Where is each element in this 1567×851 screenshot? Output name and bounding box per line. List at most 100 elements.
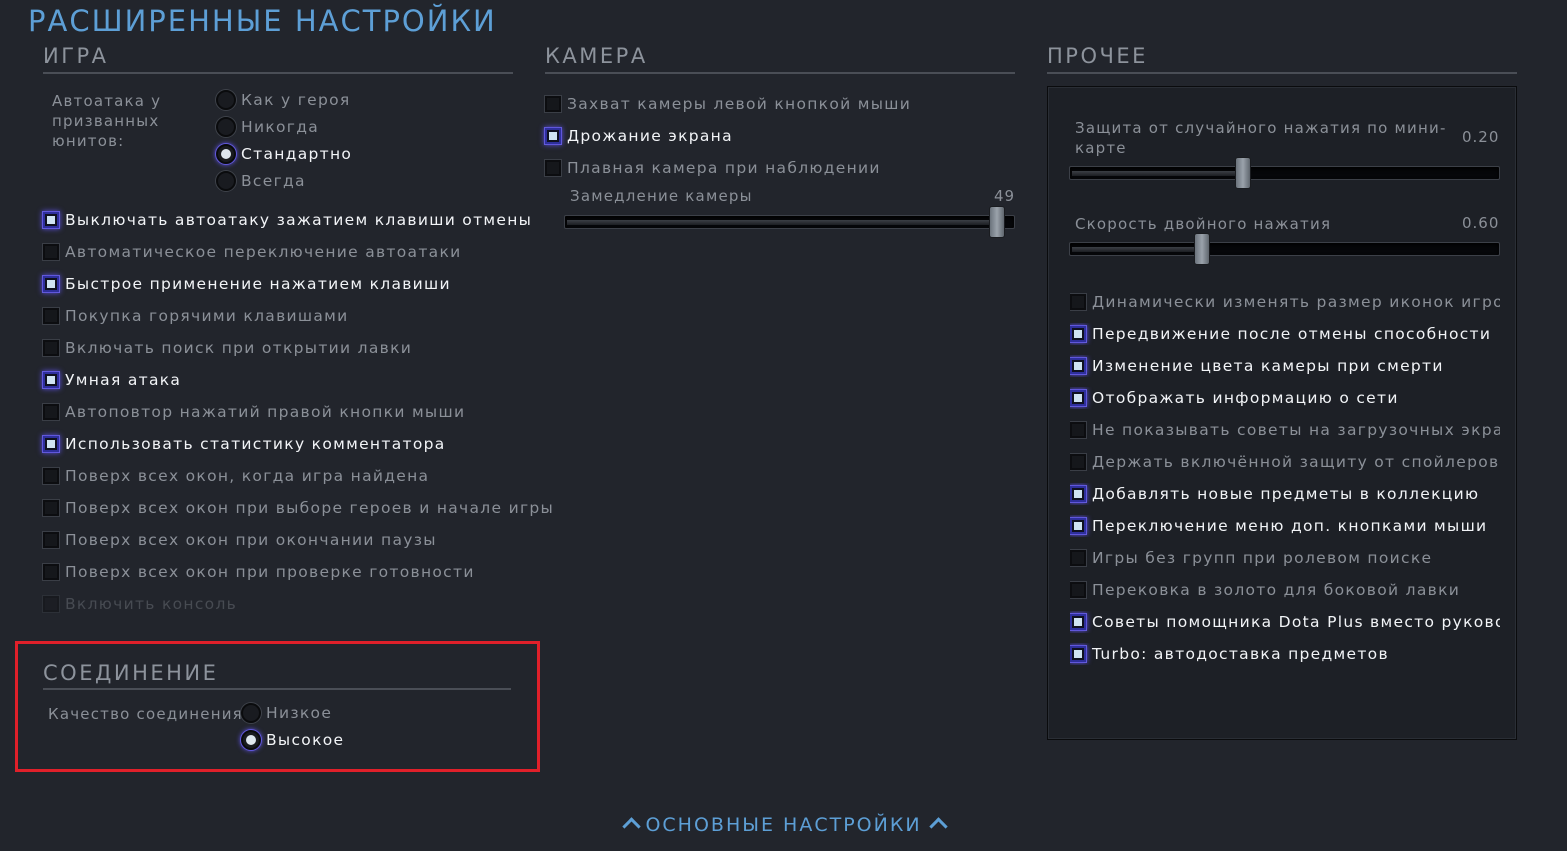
other-setting-checkbox[interactable]: Держать включённой защиту от спойлеров [1070,451,1500,473]
connection-quality-option[interactable]: Высокое [241,729,344,751]
checkbox[interactable] [43,244,59,260]
game-setting-checkbox[interactable]: Включать поиск при открытии лавки [43,337,412,359]
chevron-up-icon [930,815,944,829]
checkbox-label: Умная атака [65,371,182,389]
checkbox-label: Изменение цвета камеры при смерти [1092,357,1444,375]
game-setting-checkbox[interactable]: Поверх всех окон при выборе героев и нач… [43,497,554,519]
other-setting-checkbox[interactable]: Turbo: автодоставка предметов [1070,643,1500,665]
radio-button[interactable] [241,730,261,750]
radio-button[interactable] [216,90,236,110]
checkbox[interactable] [43,436,59,452]
section-divider [43,688,511,690]
other-setting-checkbox[interactable]: Изменение цвета камеры при смерти [1070,355,1500,377]
checkbox[interactable] [1070,486,1086,502]
game-setting-checkbox[interactable]: Поверх всех окон при проверке готовности [43,561,475,583]
checkbox[interactable] [545,160,561,176]
checkbox[interactable] [1070,326,1086,342]
checkbox[interactable] [43,468,59,484]
checkbox[interactable] [43,532,59,548]
radio-label: Высокое [266,731,345,749]
double-tap-slider[interactable] [1069,233,1500,265]
camera-setting-checkbox[interactable]: Захват камеры левой кнопкой мыши [545,93,911,115]
game-setting-checkbox[interactable]: Поверх всех окон при окончании паузы [43,529,437,551]
other-setting-checkbox[interactable]: Добавлять новые предметы в коллекцию [1070,483,1500,505]
camera-slowdown-label: Замедление камеры [570,187,753,205]
minimap-protect-value: 0.20 [1462,128,1500,146]
game-setting-checkbox[interactable]: Поверх всех окон, когда игра найдена [43,465,429,487]
slider-fill [1072,171,1241,176]
game-setting-checkbox[interactable]: Автоповтор нажатий правой кнопки мыши [43,401,465,423]
radio-label: Никогда [241,118,320,136]
checkbox[interactable] [1070,422,1086,438]
minimap-protect-label: Защита от случайного нажатия по мини- ка… [1075,119,1447,157]
checkbox[interactable] [1070,518,1086,534]
other-setting-checkbox[interactable]: Игры без групп при ролевом поиске [1070,547,1500,569]
game-setting-checkbox[interactable]: Умная атака [43,369,181,391]
checkbox[interactable] [545,128,561,144]
game-setting-checkbox: Включить консоль [43,593,237,615]
game-setting-checkbox[interactable]: Быстрое применение нажатием клавиши [43,273,451,295]
radio-button[interactable] [216,144,236,164]
game-setting-checkbox[interactable]: Использовать статистику комментатора [43,433,446,455]
checkbox[interactable] [1070,294,1086,310]
double-tap-value: 0.60 [1462,214,1500,232]
checkbox-label: Добавлять новые предметы в коллекцию [1092,485,1480,503]
slider-thumb[interactable] [989,206,1005,238]
checkbox-label: Не показывать советы на загрузочных экра… [1092,421,1500,439]
other-setting-checkbox[interactable]: Переключение меню доп. кнопками мыши [1070,515,1500,537]
checkbox-label: Игры без групп при ролевом поиске [1092,549,1433,567]
checkbox-label: Использовать статистику комментатора [65,435,446,453]
radio-label: Как у героя [241,91,351,109]
checkbox-label: Покупка горячими клавишами [65,307,349,325]
minimap-protect-slider[interactable] [1069,157,1500,189]
autoattack-option[interactable]: Стандартно [216,143,352,165]
checkbox[interactable] [1070,454,1086,470]
slider-thumb[interactable] [1194,233,1210,265]
other-setting-checkbox[interactable]: Передвижение после отмены способности [1070,323,1500,345]
checkbox[interactable] [1070,614,1086,630]
other-setting-checkbox[interactable]: Отображать информацию о сети [1070,387,1500,409]
checkbox[interactable] [1070,550,1086,566]
autoattack-option[interactable]: Как у героя [216,89,351,111]
checkbox[interactable] [43,212,59,228]
other-setting-checkbox[interactable]: Динамически изменять размер иконок игрок… [1070,291,1500,313]
radio-label: Стандартно [241,145,353,163]
checkbox[interactable] [43,308,59,324]
radio-button[interactable] [216,117,236,137]
other-setting-checkbox[interactable]: Перековка в золото для боковой лавки [1070,579,1500,601]
checkbox[interactable] [43,372,59,388]
radio-button[interactable] [216,171,236,191]
other-setting-checkbox[interactable]: Советы помощника Dota Plus вместо руково… [1070,611,1500,633]
autoattack-option[interactable]: Всегда [216,170,306,192]
camera-setting-checkbox[interactable]: Дрожание экрана [545,125,733,147]
checkbox[interactable] [43,404,59,420]
checkbox[interactable] [43,564,59,580]
camera-setting-checkbox[interactable]: Плавная камера при наблюдении [545,157,881,179]
basic-settings-link[interactable]: ОСНОВНЫЕ НАСТРОЙКИ [0,814,1567,836]
checkbox[interactable] [1070,358,1086,374]
checkbox[interactable] [1070,390,1086,406]
game-setting-checkbox[interactable]: Автоматическое переключение автоатаки [43,241,462,263]
other-settings-panel [1047,86,1517,740]
checkbox[interactable] [545,96,561,112]
checkbox-label: Захват камеры левой кнопкой мыши [567,95,912,113]
radio-label: Низкое [266,704,333,722]
radio-button[interactable] [241,703,261,723]
camera-slowdown-slider[interactable] [564,206,1015,238]
page-title: РАСШИРЕННЫЕ НАСТРОЙКИ [28,4,497,38]
slider-thumb[interactable] [1235,157,1251,189]
checkbox[interactable] [43,340,59,356]
connection-quality-option[interactable]: Низкое [241,702,332,724]
slider-fill [567,220,995,225]
checkbox-label: Передвижение после отмены способности [1092,325,1492,343]
game-setting-checkbox[interactable]: Покупка горячими клавишами [43,305,349,327]
checkbox[interactable] [1070,646,1086,662]
checkbox[interactable] [43,276,59,292]
connection-quality-label: Качество соединения: [48,705,250,723]
checkbox[interactable] [43,500,59,516]
checkbox-label: Turbo: автодоставка предметов [1092,645,1389,663]
other-setting-checkbox[interactable]: Не показывать советы на загрузочных экра… [1070,419,1500,441]
checkbox[interactable] [1070,582,1086,598]
game-setting-checkbox[interactable]: Выключать автоатаку зажатием клавиши отм… [43,209,532,231]
autoattack-option[interactable]: Никогда [216,116,319,138]
